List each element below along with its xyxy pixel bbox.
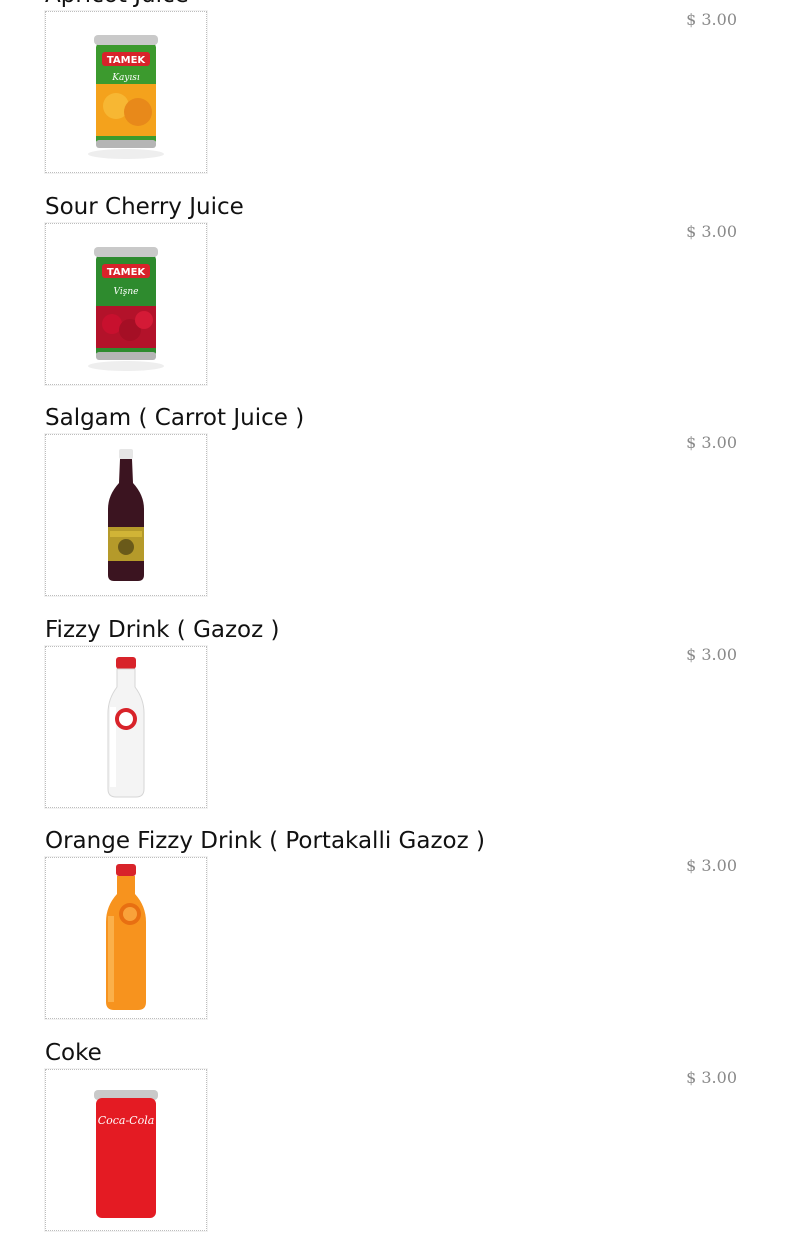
clear-soda-bottle-image [46,647,206,807]
item-price: $ 3.00 [686,10,737,29]
item-price: $ 3.00 [686,222,737,241]
item-price: $ 3.00 [686,856,737,875]
menu-list: Apricot Juice $ 3.00 TAMEK Kayısı Sour C… [0,0,785,1249]
item-title[interactable]: Apricot Juice [45,0,189,10]
salgam-bottle-image [46,435,206,595]
coke-can-image: Coca-Cola [46,1070,206,1230]
item-thumbnail[interactable]: TAMEK Vişne [45,223,207,385]
item-price: $ 3.00 [686,645,737,664]
orange-soda-bottle-image [46,858,206,1018]
coke-logo: Coca-Cola [98,1114,155,1127]
menu-item[interactable]: Coke $ 3.00 Coca-Cola [0,1038,785,1249]
item-thumbnail[interactable]: Coca-Cola [45,1069,207,1231]
item-thumbnail[interactable] [45,857,207,1019]
menu-item[interactable]: Sour Cherry Juice $ 3.00 TAMEK Vişne [0,192,785,404]
menu-item[interactable]: Salgam ( Carrot Juice ) $ 3.00 [0,403,785,615]
item-thumbnail[interactable] [45,646,207,808]
menu-item[interactable]: Apricot Juice $ 3.00 TAMEK Kayısı [0,0,785,192]
can-brand-label: TAMEK [107,267,147,278]
menu-item[interactable]: Fizzy Drink ( Gazoz ) $ 3.00 [0,615,785,827]
sour-cherry-juice-can-image: TAMEK Vişne [46,224,206,384]
menu-item[interactable]: Orange Fizzy Drink ( Portakalli Gazoz ) … [0,826,785,1038]
can-flavor-label: Kayısı [111,73,140,83]
item-title[interactable]: Sour Cherry Juice [45,192,244,222]
can-brand-label: TAMEK [107,55,147,66]
item-title[interactable]: Salgam ( Carrot Juice ) [45,403,304,433]
item-title[interactable]: Fizzy Drink ( Gazoz ) [45,615,279,645]
item-price: $ 3.00 [686,433,737,452]
item-thumbnail[interactable]: TAMEK Kayısı [45,11,207,173]
item-price: $ 3.00 [686,1068,737,1087]
item-title[interactable]: Orange Fizzy Drink ( Portakalli Gazoz ) [45,826,485,856]
item-thumbnail[interactable] [45,434,207,596]
item-title[interactable]: Coke [45,1038,102,1068]
apricot-juice-can-image: TAMEK Kayısı [46,12,206,172]
can-flavor-label: Vişne [114,287,139,297]
